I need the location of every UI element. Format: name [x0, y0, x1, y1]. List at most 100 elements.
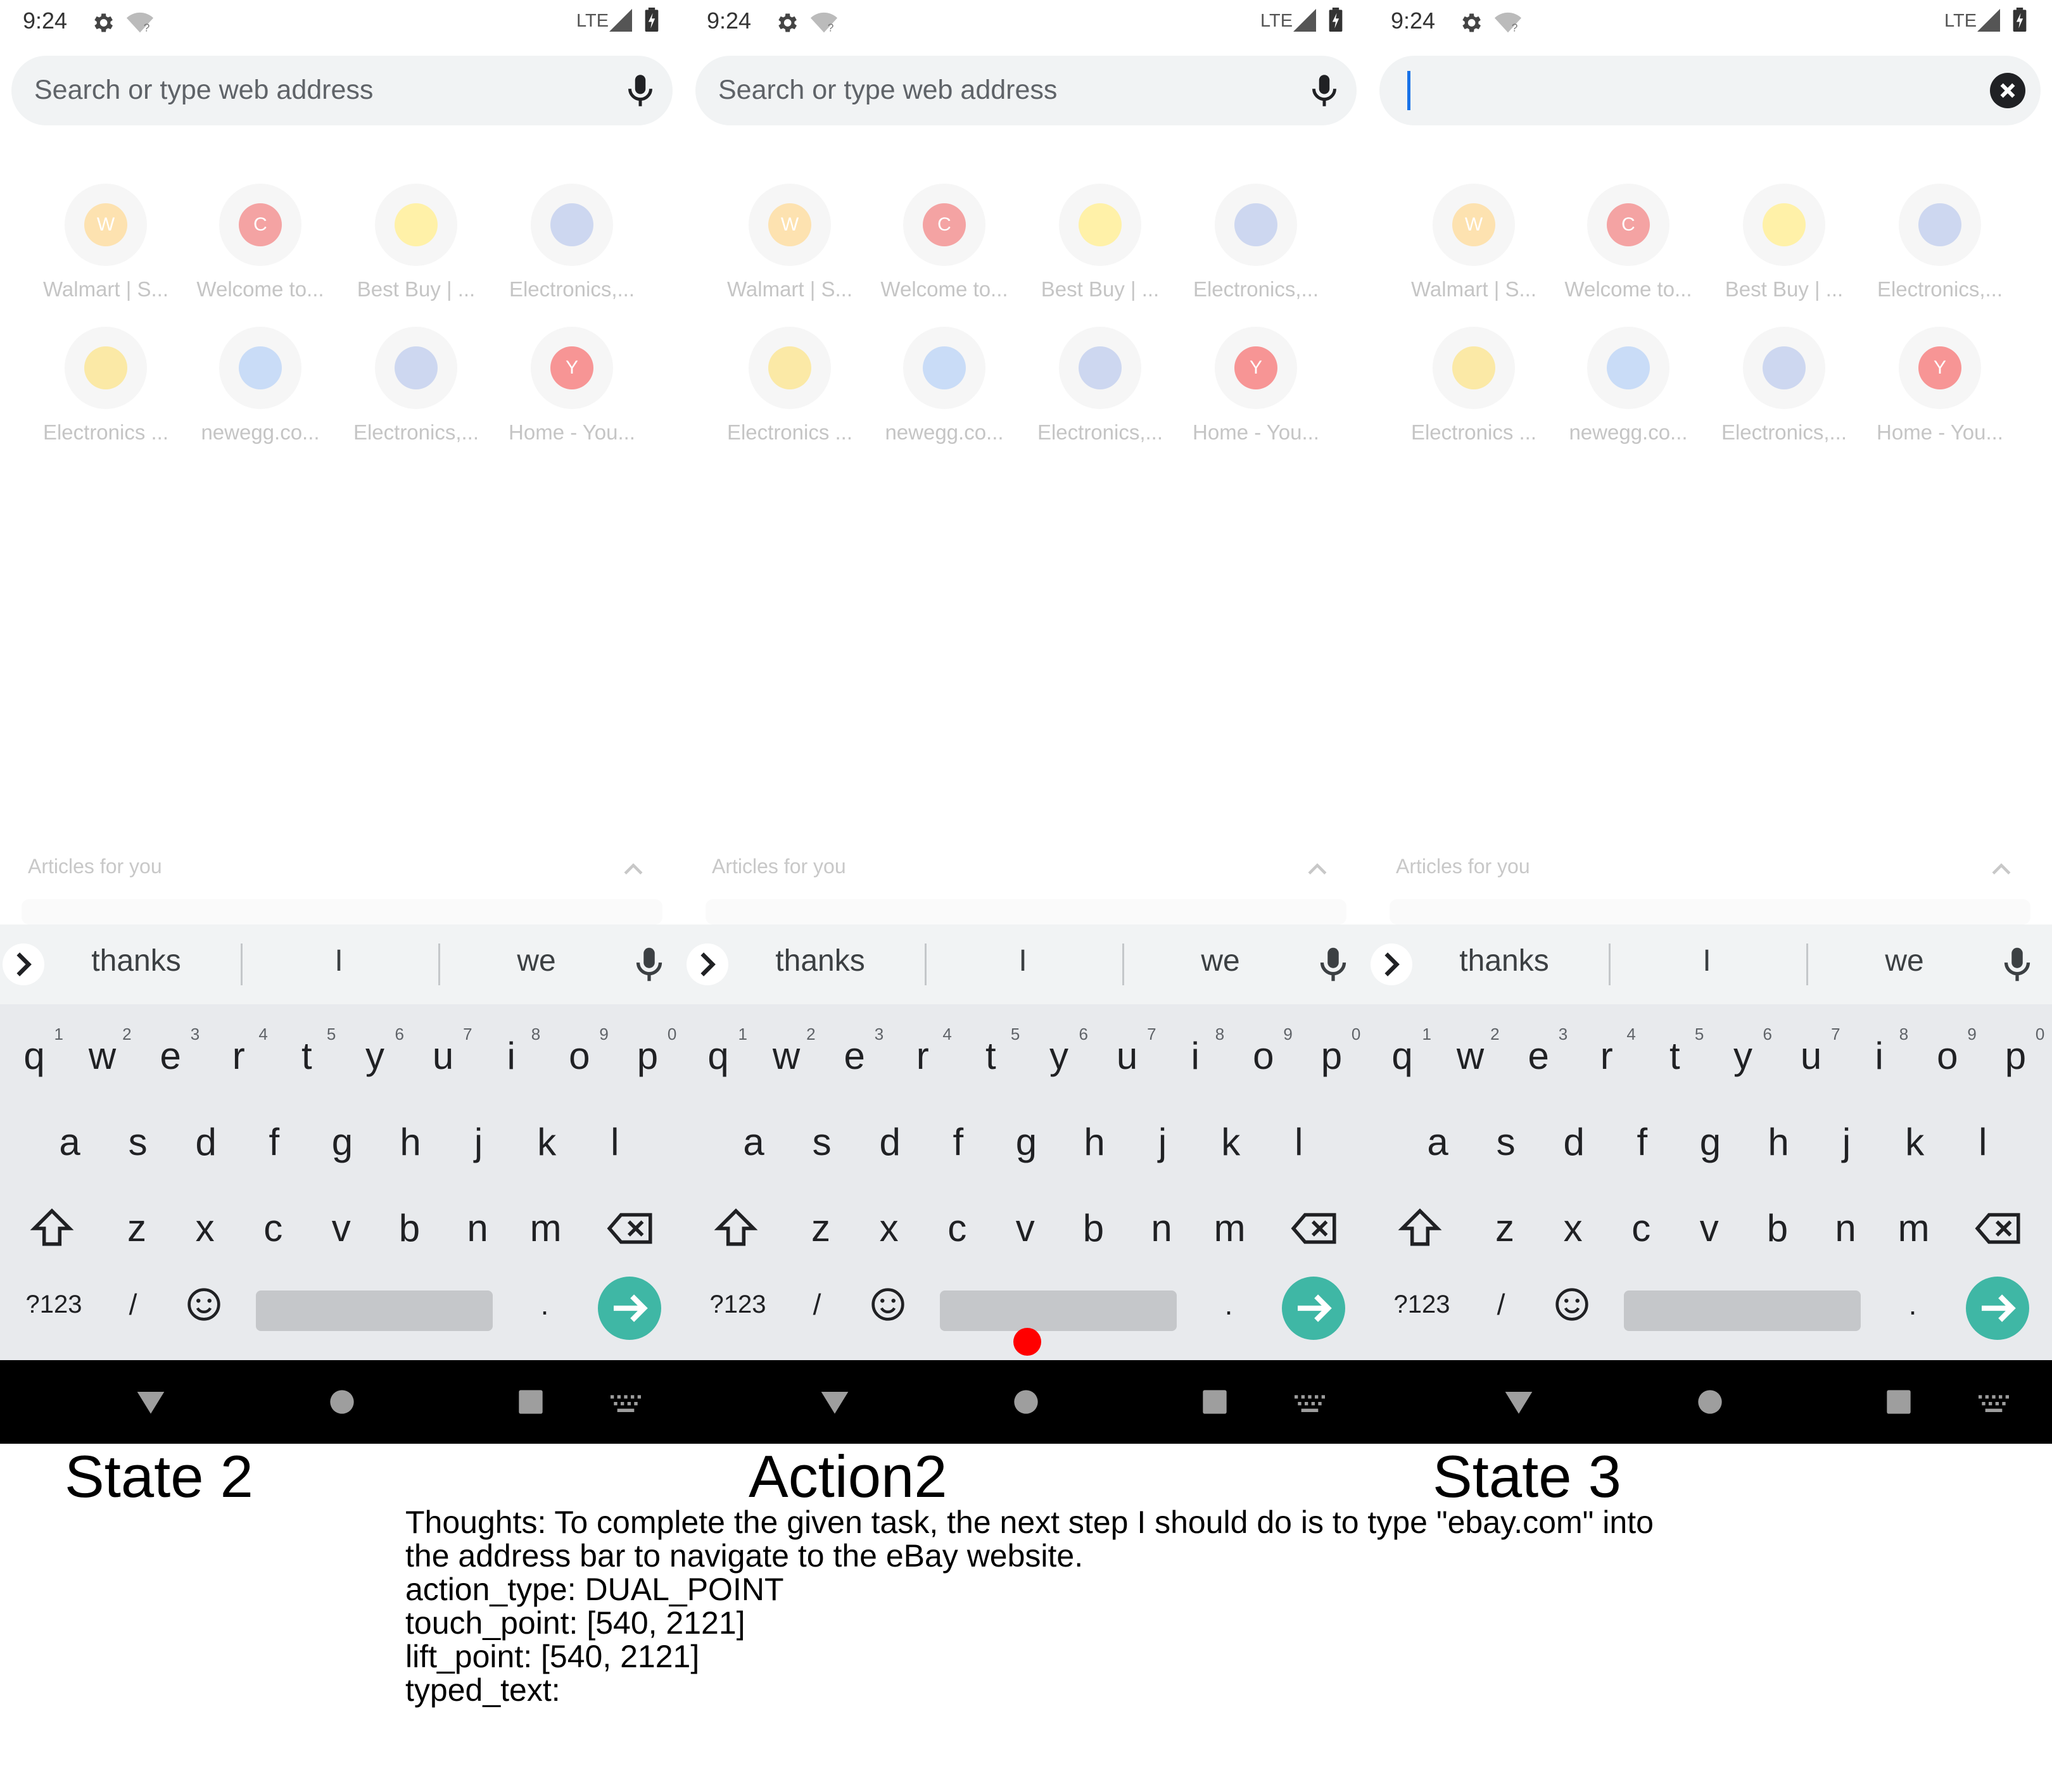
- site-tile[interactable]: Best Buy | ...: [338, 184, 494, 317]
- key-o[interactable]: o9: [547, 1017, 612, 1095]
- site-tile[interactable]: C Welcome to...: [1550, 184, 1706, 317]
- spacebar-key[interactable]: [256, 1290, 493, 1331]
- key-i[interactable]: i8: [478, 1017, 544, 1095]
- site-tile[interactable]: Y Home - You...: [1862, 327, 2018, 460]
- key-l[interactable]: l: [1950, 1103, 2016, 1182]
- key-y[interactable]: y6: [1710, 1017, 1776, 1095]
- site-tile[interactable]: Electronics,...: [1178, 184, 1334, 317]
- symbols-key[interactable]: ?123: [19, 1265, 89, 1344]
- spacebar-key[interactable]: [1624, 1290, 1861, 1331]
- period-key[interactable]: .: [1202, 1265, 1255, 1344]
- key-u[interactable]: u7: [1778, 1017, 1844, 1095]
- key-e[interactable]: e3: [1505, 1017, 1571, 1095]
- key-z[interactable]: z: [1472, 1189, 1538, 1268]
- key-d[interactable]: d: [1541, 1103, 1607, 1182]
- key-n[interactable]: n: [445, 1189, 510, 1268]
- key-h[interactable]: h: [377, 1103, 443, 1182]
- site-tile[interactable]: newegg.co...: [1550, 327, 1706, 460]
- key-k[interactable]: k: [514, 1103, 580, 1182]
- backspace-key[interactable]: [598, 1189, 664, 1268]
- key-g[interactable]: g: [993, 1103, 1059, 1182]
- slash-key[interactable]: /: [106, 1265, 160, 1344]
- key-i[interactable]: i8: [1846, 1017, 1912, 1095]
- clear-input-icon[interactable]: [1990, 73, 2025, 108]
- key-a[interactable]: a: [37, 1103, 103, 1182]
- voice-input-mic-icon[interactable]: [1311, 942, 1355, 987]
- period-key[interactable]: .: [518, 1265, 571, 1344]
- site-tile[interactable]: Electronics,...: [338, 327, 494, 460]
- key-g[interactable]: g: [309, 1103, 375, 1182]
- go-enter-key[interactable]: [1282, 1277, 1345, 1340]
- recents-square-icon[interactable]: [1878, 1382, 1919, 1422]
- key-m[interactable]: m: [1197, 1189, 1263, 1268]
- key-q[interactable]: q1: [1369, 1017, 1435, 1095]
- chevron-up-icon[interactable]: [1303, 855, 1331, 883]
- key-s[interactable]: s: [1473, 1103, 1539, 1182]
- suggestion-1[interactable]: thanks: [735, 943, 906, 978]
- key-m[interactable]: m: [513, 1189, 579, 1268]
- address-bar[interactable]: Search or type web address: [695, 56, 1357, 125]
- key-c[interactable]: c: [924, 1189, 990, 1268]
- key-p[interactable]: p0: [614, 1017, 680, 1095]
- key-u[interactable]: u7: [1094, 1017, 1160, 1095]
- suggestion-1[interactable]: thanks: [1419, 943, 1590, 978]
- keyboard-switch-icon[interactable]: [605, 1382, 646, 1422]
- expand-suggestions-button[interactable]: [1371, 943, 1412, 985]
- back-triangle-icon[interactable]: [814, 1382, 855, 1422]
- key-m[interactable]: m: [1881, 1189, 1947, 1268]
- key-x[interactable]: x: [1540, 1189, 1606, 1268]
- address-bar[interactable]: [1379, 56, 2041, 125]
- expand-suggestions-button[interactable]: [3, 943, 44, 985]
- key-j[interactable]: j: [1130, 1103, 1196, 1182]
- site-tile[interactable]: C Welcome to...: [866, 184, 1022, 317]
- key-z[interactable]: z: [104, 1189, 170, 1268]
- site-tile[interactable]: Electronics,...: [494, 184, 650, 317]
- key-y[interactable]: y6: [342, 1017, 408, 1095]
- site-tile[interactable]: Best Buy | ...: [1022, 184, 1178, 317]
- key-l[interactable]: l: [1266, 1103, 1332, 1182]
- key-i[interactable]: i8: [1162, 1017, 1228, 1095]
- site-tile[interactable]: Y Home - You...: [1178, 327, 1334, 460]
- recents-square-icon[interactable]: [1194, 1382, 1235, 1422]
- key-d[interactable]: d: [173, 1103, 239, 1182]
- slash-key[interactable]: /: [1474, 1265, 1528, 1344]
- address-bar[interactable]: Search or type web address: [11, 56, 673, 125]
- site-tile[interactable]: Electronics,...: [1706, 327, 1862, 460]
- slash-key[interactable]: /: [790, 1265, 844, 1344]
- key-u[interactable]: u7: [410, 1017, 476, 1095]
- emoji-key[interactable]: [858, 1265, 918, 1344]
- suggestion-3[interactable]: we: [451, 943, 622, 978]
- recents-square-icon[interactable]: [510, 1382, 551, 1422]
- key-z[interactable]: z: [788, 1189, 854, 1268]
- site-tile[interactable]: Y Home - You...: [494, 327, 650, 460]
- key-l[interactable]: l: [582, 1103, 648, 1182]
- backspace-key[interactable]: [1282, 1189, 1348, 1268]
- suggestion-3[interactable]: we: [1135, 943, 1306, 978]
- key-o[interactable]: o9: [1915, 1017, 1980, 1095]
- back-triangle-icon[interactable]: [130, 1382, 171, 1422]
- back-triangle-icon[interactable]: [1498, 1382, 1539, 1422]
- home-circle-icon[interactable]: [1006, 1382, 1046, 1422]
- site-tile[interactable]: Electronics ...: [712, 327, 868, 460]
- home-circle-icon[interactable]: [322, 1382, 362, 1422]
- key-r[interactable]: r4: [1574, 1017, 1640, 1095]
- key-w[interactable]: w2: [70, 1017, 136, 1095]
- symbols-key[interactable]: ?123: [703, 1265, 773, 1344]
- key-q[interactable]: q1: [685, 1017, 751, 1095]
- key-h[interactable]: h: [1745, 1103, 1811, 1182]
- site-tile[interactable]: Electronics,...: [1022, 327, 1178, 460]
- period-key[interactable]: .: [1886, 1265, 1939, 1344]
- shift-key[interactable]: [19, 1189, 85, 1268]
- key-k[interactable]: k: [1198, 1103, 1264, 1182]
- backspace-key[interactable]: [1966, 1189, 2032, 1268]
- keyboard-switch-icon[interactable]: [1289, 1382, 1330, 1422]
- key-h[interactable]: h: [1061, 1103, 1127, 1182]
- key-n[interactable]: n: [1813, 1189, 1878, 1268]
- site-tile[interactable]: Electronics ...: [1396, 327, 1552, 460]
- key-f[interactable]: f: [925, 1103, 991, 1182]
- go-enter-key[interactable]: [598, 1277, 661, 1340]
- spacebar-key[interactable]: [940, 1290, 1177, 1331]
- site-tile[interactable]: Electronics ...: [28, 327, 184, 460]
- key-b[interactable]: b: [1060, 1189, 1126, 1268]
- key-o[interactable]: o9: [1231, 1017, 1296, 1095]
